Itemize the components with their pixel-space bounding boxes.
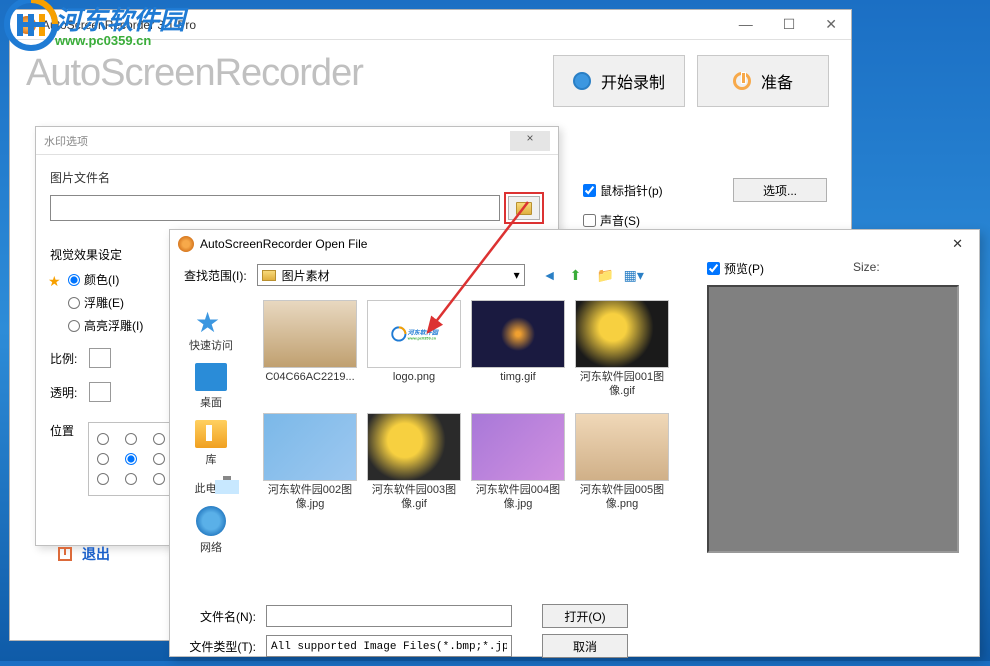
open-file-titlebar[interactable]: AutoScreenRecorder Open File ✕ bbox=[170, 230, 979, 258]
sidebar-quick-access[interactable]: ★ 快速访问 bbox=[185, 302, 237, 357]
file-thumbnail bbox=[263, 413, 357, 481]
file-item-4[interactable]: 河东软件园002图像.jpg bbox=[260, 413, 360, 512]
cancel-button[interactable]: 取消 bbox=[542, 634, 628, 658]
open-file-title: AutoScreenRecorder Open File bbox=[200, 237, 367, 251]
watermark-dialog-close[interactable]: × bbox=[510, 131, 550, 151]
transparent-label: 透明: bbox=[50, 384, 77, 401]
open-file-close-button[interactable]: ✕ bbox=[944, 234, 971, 254]
scale-input[interactable] bbox=[89, 348, 111, 368]
scale-label: 比例: bbox=[50, 350, 77, 367]
pos-mr[interactable] bbox=[153, 453, 165, 465]
open-file-app-icon bbox=[178, 236, 194, 252]
filetype-dropdown[interactable] bbox=[266, 635, 512, 657]
start-record-button[interactable]: 开始录制 bbox=[553, 55, 685, 107]
pos-bl[interactable] bbox=[97, 473, 109, 485]
open-button[interactable]: 打开(O) bbox=[542, 604, 628, 628]
file-item-7[interactable]: 河东软件园005图像.png bbox=[572, 413, 672, 512]
file-item-6[interactable]: 河东软件园004图像.jpg bbox=[468, 413, 568, 512]
file-thumbnail bbox=[263, 300, 357, 368]
new-folder-icon[interactable]: 📁 bbox=[597, 267, 614, 284]
file-thumbnail bbox=[471, 300, 565, 368]
open-file-dialog: AutoScreenRecorder Open File ✕ 查找范围(I): … bbox=[169, 229, 980, 657]
sound-checkbox[interactable]: 声音(S) bbox=[583, 212, 640, 229]
sound-check-input[interactable] bbox=[583, 214, 596, 227]
record-icon bbox=[573, 72, 591, 90]
network-icon bbox=[196, 506, 226, 536]
sidebar-library[interactable]: 库 bbox=[191, 416, 231, 471]
preview-checkbox[interactable]: 预览(P) bbox=[707, 260, 965, 277]
prepare-label: 准备 bbox=[761, 69, 793, 93]
app-icon bbox=[18, 16, 36, 34]
places-sidebar: ★ 快速访问 桌面 库 此电脑 网络 bbox=[170, 292, 252, 602]
pos-bc[interactable] bbox=[125, 473, 137, 485]
library-icon bbox=[195, 420, 227, 448]
watermark-dialog-titlebar[interactable]: 水印选项 × bbox=[36, 127, 558, 155]
sidebar-network[interactable]: 网络 bbox=[192, 502, 230, 559]
folder-icon bbox=[516, 202, 532, 215]
filetype-label: 文件类型(T): bbox=[184, 638, 256, 655]
pos-tl[interactable] bbox=[97, 433, 109, 445]
mouse-pointer-check-input[interactable] bbox=[583, 184, 596, 197]
view-icon[interactable]: ▦▾ bbox=[624, 267, 641, 284]
file-thumbnail bbox=[367, 413, 461, 481]
image-filename-input[interactable] bbox=[50, 195, 500, 221]
mouse-pointer-checkbox[interactable]: 鼠标指针(p) bbox=[583, 182, 663, 199]
exit-icon bbox=[58, 547, 72, 561]
file-item-3[interactable]: 河东软件园001图像.gif bbox=[572, 300, 672, 399]
star-blue-icon: ★ bbox=[195, 306, 227, 334]
pos-ml[interactable] bbox=[97, 453, 109, 465]
filename-input[interactable] bbox=[266, 605, 512, 627]
main-title: AutoScreenRecorder 3.1 Pro bbox=[42, 18, 196, 32]
filename-label: 文件名(N): bbox=[184, 608, 256, 625]
file-item-0[interactable]: C04C66AC2219... bbox=[260, 300, 360, 399]
file-thumbnail: 河东软件园 www.pc0359.cn bbox=[367, 300, 461, 368]
size-label: Size: bbox=[853, 260, 880, 274]
file-item-5[interactable]: 河东软件园003图像.gif bbox=[364, 413, 464, 512]
power-icon bbox=[733, 72, 751, 90]
mouse-options-button[interactable]: 选项... bbox=[733, 178, 827, 202]
exit-button[interactable]: 退出 bbox=[82, 544, 110, 564]
sidebar-desktop[interactable]: 桌面 bbox=[191, 359, 231, 414]
file-thumbnail bbox=[575, 413, 669, 481]
prepare-button[interactable]: 准备 bbox=[697, 55, 829, 107]
look-in-dropdown[interactable]: 图片素材 ▾ bbox=[257, 264, 525, 286]
pos-br[interactable] bbox=[153, 473, 165, 485]
file-thumbnail bbox=[575, 300, 669, 368]
pos-tr[interactable] bbox=[153, 433, 165, 445]
star-icon: ★ bbox=[48, 273, 61, 290]
transparent-input[interactable] bbox=[89, 382, 111, 402]
image-filename-label: 图片文件名 bbox=[50, 169, 544, 186]
pos-tc[interactable] bbox=[125, 433, 137, 445]
file-thumbnail bbox=[471, 413, 565, 481]
browse-button[interactable] bbox=[508, 196, 540, 220]
preview-box bbox=[707, 285, 959, 553]
maximize-button[interactable]: ☐ bbox=[777, 14, 802, 35]
sidebar-this-pc[interactable]: 此电脑 bbox=[191, 473, 232, 500]
pos-mc[interactable] bbox=[125, 453, 137, 465]
start-record-label: 开始录制 bbox=[601, 69, 665, 93]
folder-small-icon bbox=[262, 270, 276, 281]
look-in-label: 查找范围(I): bbox=[184, 267, 247, 284]
up-icon[interactable]: ⬆ bbox=[570, 267, 587, 284]
file-item-1[interactable]: 河东软件园 www.pc0359.cn logo.png bbox=[364, 300, 464, 399]
minimize-button[interactable]: — bbox=[733, 14, 759, 35]
position-label: 位置 bbox=[50, 422, 74, 496]
desktop-icon bbox=[195, 363, 227, 391]
browse-highlight-box bbox=[504, 192, 544, 224]
close-button[interactable]: ✕ bbox=[819, 14, 843, 35]
back-icon[interactable]: ◄ bbox=[543, 267, 560, 284]
file-item-2[interactable]: timg.gif bbox=[468, 300, 568, 399]
main-titlebar[interactable]: AutoScreenRecorder 3.1 Pro — ☐ ✕ bbox=[10, 10, 851, 40]
